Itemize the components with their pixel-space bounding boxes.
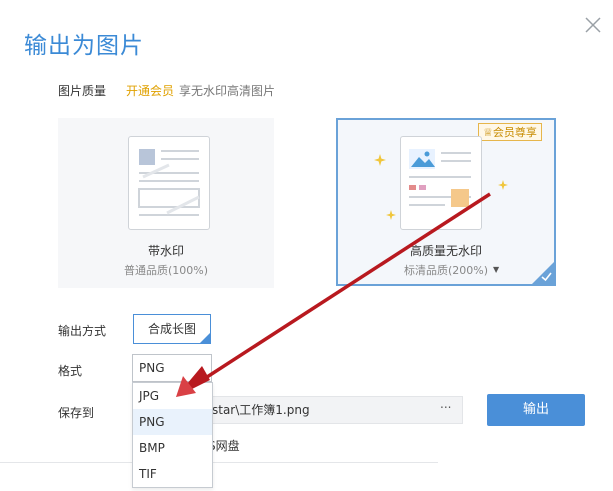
format-option-png[interactable]: PNG <box>133 409 212 435</box>
browse-button[interactable]: ... <box>440 397 451 411</box>
document-hd-icon <box>400 136 482 230</box>
card-subtitle: 标清品质(200%) <box>403 264 489 277</box>
sparkle-icon <box>374 154 386 166</box>
export-button[interactable]: 输出 <box>487 394 585 426</box>
save-path-input[interactable]: star\工作簿1.png <box>205 396 463 424</box>
save-to-label: 保存到 <box>58 406 95 420</box>
crown-icon: ♕ <box>483 126 493 139</box>
output-mode-option[interactable]: 合成长图 <box>133 314 211 344</box>
card-name: 带水印 <box>147 244 184 258</box>
sparkle-icon <box>498 180 508 190</box>
card-subtitle: 普通品质(100%) <box>123 264 209 277</box>
format-option-jpg[interactable]: JPG <box>133 383 212 409</box>
quality-label: 图片质量 <box>58 84 107 98</box>
divider <box>0 462 438 463</box>
sparkle-icon <box>386 210 396 220</box>
format-option-bmp[interactable]: BMP <box>133 435 212 461</box>
watermark-option-card[interactable]: 带水印 普通品质(100%) <box>58 118 274 288</box>
vip-link[interactable]: 开通会员 <box>126 82 174 99</box>
document-watermark-icon <box>128 136 210 230</box>
vip-description: 享无水印高清图片 <box>179 84 276 98</box>
format-select[interactable]: PNG <box>132 354 212 382</box>
format-option-tif[interactable]: TIF <box>133 461 212 487</box>
check-icon <box>532 262 554 284</box>
hd-option-card[interactable]: ♕会员尊享 高质量无水印 标清品质(200%) ▼ <box>336 118 556 286</box>
format-label: 格式 <box>58 364 83 378</box>
card-name: 高质量无水印 <box>409 244 482 258</box>
check-corner-icon <box>200 333 210 343</box>
close-icon[interactable] <box>580 12 606 38</box>
vip-badge: ♕会员尊享 <box>478 123 542 141</box>
format-dropdown[interactable]: JPG PNG BMP TIF <box>132 382 213 488</box>
output-mode-label: 输出方式 <box>58 324 107 338</box>
dialog-title: 输出为图片 <box>24 33 144 59</box>
chevron-down-icon[interactable]: ▼ <box>493 265 499 274</box>
